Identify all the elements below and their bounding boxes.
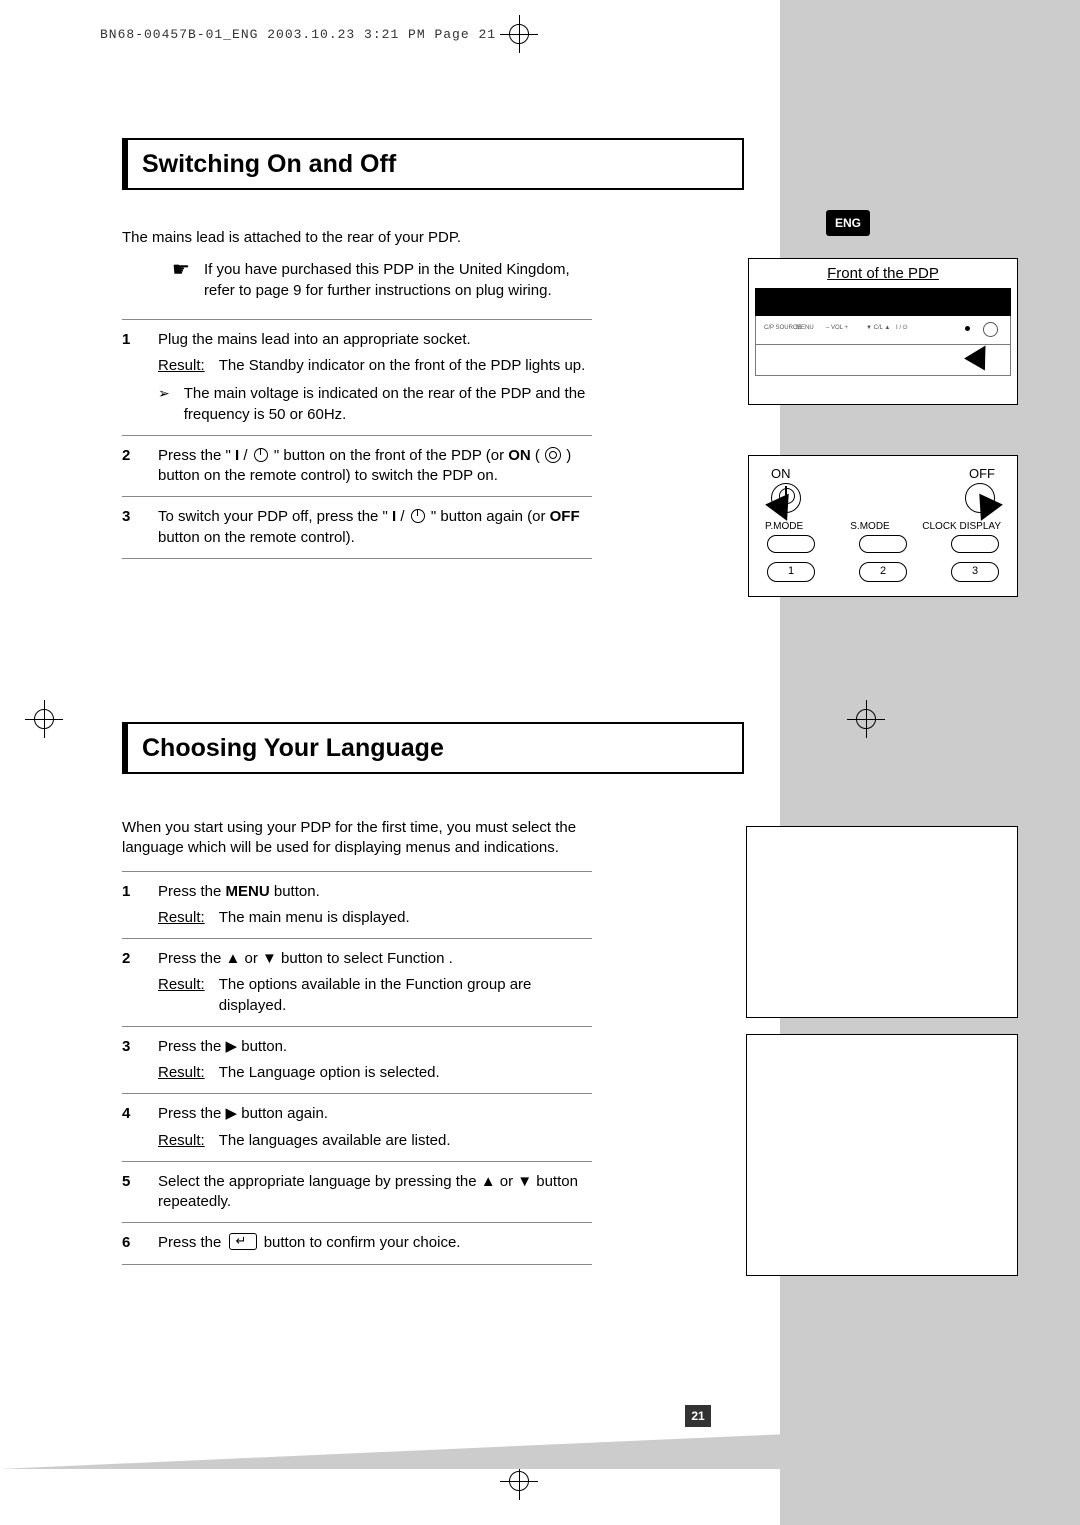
- step-number: 2: [122, 446, 140, 487]
- print-header: BN68-00457B-01_ENG 2003.10.23 3:21 PM Pa…: [100, 28, 496, 41]
- step-row: 6 Press the button to confirm your choic…: [122, 1223, 592, 1264]
- section-title-text: Choosing Your Language: [122, 724, 742, 772]
- language-tab: ENG: [826, 210, 870, 236]
- standby-indicator-icon: [965, 326, 970, 331]
- result-text: The Standby indicator on the front of th…: [219, 356, 586, 376]
- pdp-bezel: [755, 288, 1011, 316]
- step-row: 2 Press the " I / " button on the front …: [122, 436, 592, 498]
- power-icon: [254, 448, 268, 462]
- pill-button-icon: [859, 535, 907, 553]
- arrow-icon: ➢: [158, 384, 170, 425]
- step-row: 2 Press the ▲ or ▼ button to select Func…: [122, 939, 592, 1027]
- on-button-icon: [545, 447, 561, 463]
- intro-text: The mains lead is attached to the rear o…: [122, 228, 592, 248]
- step-number: 1: [122, 330, 140, 425]
- intro-text: When you start using your PDP for the fi…: [122, 818, 592, 859]
- step-number: 3: [122, 507, 140, 548]
- step-row: 1 Plug the mains lead into an appropriat…: [122, 320, 592, 436]
- pill-button-icon: [767, 535, 815, 553]
- step-text: Plug the mains lead into an appropriate …: [158, 330, 592, 350]
- front-panel-figure: Front of the PDP C/P SOURCE MENU – VOL +…: [748, 258, 1018, 405]
- enter-button-icon: [229, 1233, 257, 1250]
- num-button: 3: [951, 562, 999, 582]
- step-row: 1 Press the MENU button. Result:The main…: [122, 872, 592, 940]
- manual-page: BN68-00457B-01_ENG 2003.10.23 3:21 PM Pa…: [0, 0, 1080, 1525]
- section2-content: When you start using your PDP for the fi…: [122, 818, 592, 1265]
- result-row: Result: The Standby indicator on the fro…: [158, 356, 592, 376]
- step-row: 5 Select the appropriate language by pre…: [122, 1162, 592, 1224]
- ir-sensor-icon: [983, 322, 998, 337]
- side-margin: [780, 0, 1080, 1525]
- remote-figure: ON OFF P.MODE S.MODE CLOCK DISPLAY 1 2 3: [748, 455, 1018, 597]
- smode-label: S.MODE: [835, 521, 905, 532]
- step-row: 3 To switch your PDP off, press the " I …: [122, 497, 592, 559]
- figure-caption: Front of the PDP: [755, 265, 1011, 282]
- section1-content: The mains lead is attached to the rear o…: [122, 228, 592, 559]
- tip-text: If you have purchased this PDP in the Un…: [204, 260, 592, 301]
- control-strip: C/P SOURCE MENU – VOL + ▼ C/L ▲ I / ⏻: [755, 316, 1011, 345]
- subnote-row: ➢ The main voltage is indicated on the r…: [158, 384, 592, 425]
- result-label: Result:: [158, 356, 205, 376]
- step-row: 3 Press the ▶ button. Result:The Languag…: [122, 1027, 592, 1095]
- steps-list: 1 Plug the mains lead into an appropriat…: [122, 319, 592, 559]
- cropmark-icon: [25, 700, 63, 738]
- tip-row: ☛ If you have purchased this PDP in the …: [172, 260, 592, 301]
- screen-placeholder: [746, 826, 1018, 1018]
- page-number: 21: [685, 1405, 711, 1427]
- pill-button-icon: [951, 535, 999, 553]
- section-title-text: Switching On and Off: [122, 140, 742, 188]
- num-button: 2: [859, 562, 907, 582]
- power-icon: [411, 509, 425, 523]
- subnote-text: The main voltage is indicated on the rea…: [184, 384, 592, 425]
- section-title-1: Switching On and Off: [122, 138, 744, 190]
- steps-list: 1 Press the MENU button. Result:The main…: [122, 871, 592, 1265]
- off-label: OFF: [969, 466, 995, 481]
- section-title-2: Choosing Your Language: [122, 722, 744, 774]
- cropmark-icon: [847, 700, 885, 738]
- hand-point-icon: ☛: [172, 260, 190, 301]
- screen-placeholder: [746, 1034, 1018, 1276]
- on-label: ON: [771, 466, 791, 481]
- page-footer-triangle: [0, 1429, 900, 1469]
- step-row: 4 Press the ▶ button again. Result:The l…: [122, 1094, 592, 1162]
- num-button: 1: [767, 562, 815, 582]
- cropmark-icon: [500, 15, 538, 53]
